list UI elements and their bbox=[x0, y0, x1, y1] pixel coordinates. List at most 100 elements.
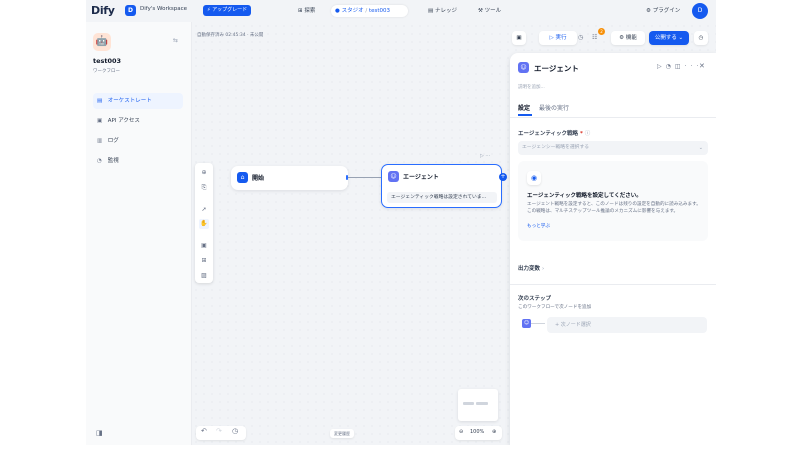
history-icon[interactable]: ◷ bbox=[232, 427, 238, 435]
hand-icon[interactable]: ✋ bbox=[199, 219, 209, 229]
workspace-name[interactable]: Dify's Workspace bbox=[140, 6, 187, 12]
workspace-avatar[interactable]: D bbox=[125, 5, 136, 16]
nav-explore[interactable]: ⊞ 探索 bbox=[294, 5, 319, 17]
features-button[interactable]: ⚙ 機能 bbox=[611, 31, 645, 45]
zoom-out-icon[interactable]: ⊖ bbox=[459, 429, 463, 435]
add-next-node-icon[interactable]: + bbox=[499, 173, 507, 181]
upgrade-button[interactable]: ⚡ アップグレード bbox=[203, 5, 252, 16]
minimap[interactable] bbox=[458, 389, 498, 421]
active-tab-indicator bbox=[518, 114, 532, 116]
nav-studio[interactable]: ● スタジオ / test003 bbox=[331, 5, 408, 17]
sidebar-item-label: オーケストレート bbox=[107, 98, 152, 104]
close-icon[interactable]: ✕ bbox=[699, 62, 705, 70]
zoom-level[interactable]: 100% bbox=[470, 429, 484, 435]
next-step-title: 次のステップ bbox=[518, 296, 552, 302]
tab-last-run[interactable]: 最後の実行 bbox=[539, 103, 569, 112]
features-icon: ⚙ bbox=[619, 35, 626, 41]
robot-icon: ☺ bbox=[388, 171, 399, 182]
agent-node[interactable]: ☺ エージェント エージェンティック戦略は設定されていま... bbox=[381, 164, 502, 208]
sidebar-item-monitoring[interactable]: ◔ 監視 bbox=[93, 153, 183, 169]
checklist-icon[interactable]: ☷ bbox=[592, 34, 597, 41]
orchestrate-icon: ▤ bbox=[97, 98, 103, 104]
publish-button[interactable]: 公開する ⌄ bbox=[649, 31, 689, 45]
sidebar-item-logs[interactable]: ▥ ログ bbox=[93, 133, 183, 149]
plugins-link[interactable]: ⚙ プラグイン bbox=[646, 6, 680, 14]
nav-knowledge[interactable]: ▤ ナレッジ bbox=[424, 5, 461, 17]
strategy-label: エージェンティック戦略 * ⓘ bbox=[518, 129, 590, 137]
version-history-icon[interactable]: ◷ bbox=[694, 31, 708, 45]
edge-start-agent bbox=[348, 177, 381, 178]
env-icon: ▣ bbox=[516, 35, 522, 41]
plugin-icon: ⚙ bbox=[646, 8, 653, 14]
info-title: エージェンティック戦略を設定してください。 bbox=[527, 193, 642, 199]
features-label: 機能 bbox=[625, 35, 637, 41]
node-actions[interactable]: ▷ ··· bbox=[480, 153, 490, 159]
help-icon[interactable]: ◔ bbox=[666, 63, 675, 70]
strategy-placeholder: エージェンシー戦略を選択する bbox=[522, 145, 590, 150]
info-icon[interactable]: ⓘ bbox=[585, 131, 591, 137]
output-vars-label: 出力変数 bbox=[518, 266, 541, 272]
nav-tools[interactable]: ⚒ ツール bbox=[474, 5, 505, 17]
next-step-subtitle: このワークフローで次ノードを追加 bbox=[518, 305, 592, 310]
output-variables-header[interactable]: 出力変数 › bbox=[518, 264, 544, 272]
strategy-icon: ◉ bbox=[527, 171, 541, 185]
description-input[interactable]: 説明を追加... bbox=[518, 84, 545, 90]
app-name: test003 bbox=[93, 57, 122, 65]
sidebar-item-api-access[interactable]: ▣ API アクセス bbox=[93, 113, 183, 129]
run-node-icon[interactable]: ▷ bbox=[657, 63, 666, 70]
dify-logo[interactable]: Dify bbox=[91, 4, 115, 17]
sidebar-item-orchestrate[interactable]: ▤ オーケストレート bbox=[93, 93, 183, 109]
run-button[interactable]: ▷ 実行 bbox=[539, 31, 577, 45]
sidebar-menu: ▤ オーケストレート ▣ API アクセス ▥ ログ ◔ 監視 bbox=[93, 93, 183, 173]
connector-line bbox=[531, 323, 545, 324]
node-handle[interactable] bbox=[346, 175, 348, 180]
env-variables-button[interactable]: ▣ bbox=[512, 31, 526, 45]
monitoring-icon: ◔ bbox=[97, 158, 102, 164]
strategy-label-text: エージェンティック戦略 bbox=[518, 131, 579, 137]
studio-icon: ● bbox=[335, 8, 340, 14]
panel-title[interactable]: エージェント bbox=[534, 63, 579, 74]
strategy-select[interactable]: エージェンシー戦略を選択する ⌄ bbox=[518, 141, 708, 155]
export-image-icon[interactable]: ▣ bbox=[199, 241, 209, 251]
user-avatar[interactable]: D bbox=[692, 3, 708, 19]
version-history-button[interactable]: 変更履歴 bbox=[330, 429, 354, 438]
learn-more-link[interactable]: もっと学ぶ bbox=[527, 223, 550, 229]
pointer-icon[interactable]: ➚ bbox=[199, 205, 209, 215]
zoom-in-icon[interactable]: ⊕ bbox=[492, 429, 496, 435]
zoom-controls: ⊖ 100% ⊕ bbox=[455, 426, 502, 440]
info-text: エージェント戦略を設定すると、このノードは残りの設定を自動的に読み込みます。この… bbox=[527, 202, 701, 214]
sidebar-item-label: ログ bbox=[107, 138, 119, 144]
divider bbox=[510, 284, 716, 285]
layout-icon[interactable]: ◫ bbox=[675, 63, 685, 70]
start-node[interactable]: ⌂ 開始 bbox=[231, 166, 348, 190]
add-note-icon[interactable]: ⎘ bbox=[199, 183, 209, 193]
nav-studio-label: スタジオ bbox=[341, 8, 364, 14]
add-node-icon[interactable]: ⊕ bbox=[199, 168, 209, 178]
select-next-node-button[interactable]: + 次ノード選択 bbox=[547, 317, 707, 333]
toggle-sidebar-icon[interactable]: ◨ bbox=[96, 429, 103, 437]
run-history-icon[interactable]: ◷ bbox=[578, 34, 583, 41]
minimap-node bbox=[463, 402, 474, 405]
redo-icon[interactable]: ↷ bbox=[216, 427, 222, 435]
checklist-badge: 2 bbox=[598, 28, 605, 35]
agent-node-title: エージェント bbox=[403, 174, 439, 181]
top-navigation-bar: Dify D Dify's Workspace ⚡ アップグレード ⊞ 探索 ●… bbox=[86, 0, 716, 22]
home-icon: ⌂ bbox=[237, 172, 248, 183]
panel-toolbar: ▷◔◫··· bbox=[657, 63, 702, 70]
chevron-right-icon: › bbox=[541, 266, 545, 272]
collapse-sidebar-icon[interactable]: ⇆ bbox=[173, 37, 178, 44]
organize-icon[interactable]: ⊞ bbox=[199, 256, 209, 266]
app-breadcrumb[interactable]: test003 bbox=[369, 8, 390, 14]
undo-icon[interactable]: ↶ bbox=[201, 427, 207, 435]
logs-icon: ▥ bbox=[97, 138, 103, 144]
robot-icon: ☺ bbox=[518, 62, 529, 73]
history-controls: ↶ ↷ ◷ bbox=[196, 426, 246, 440]
minimap-toggle-icon[interactable]: ▨ bbox=[199, 271, 209, 281]
app-robot-icon: 🤖 bbox=[93, 33, 111, 51]
api-icon: ▣ bbox=[97, 118, 103, 124]
app-type: ワークフロー bbox=[93, 69, 120, 74]
app-window: Dify D Dify's Workspace ⚡ アップグレード ⊞ 探索 ●… bbox=[86, 0, 716, 445]
start-node-title: 開始 bbox=[252, 175, 265, 182]
sidebar-item-label: API アクセス bbox=[107, 118, 140, 124]
tab-settings[interactable]: 設定 bbox=[518, 103, 530, 112]
